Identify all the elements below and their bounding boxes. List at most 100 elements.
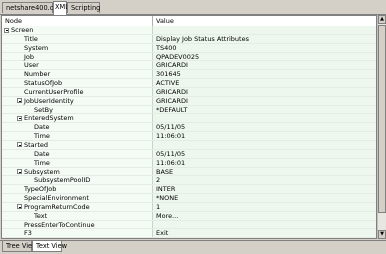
table-row[interactable]: SubsystemPoolID 2	[2, 176, 376, 186]
table-row[interactable]: Time 11:06:01	[2, 158, 376, 168]
table-row[interactable]: Time 11:06:01	[2, 132, 376, 141]
node-label: SpecialEnvironment	[24, 194, 89, 203]
table-row[interactable]: StatusOfJob ACTIVE	[2, 79, 376, 88]
value-cell	[153, 202, 376, 211]
table-row[interactable]: F3 Exit	[2, 229, 376, 238]
column-separator	[152, 114, 153, 123]
column-separator	[152, 220, 153, 229]
collapse-toggle-icon[interactable]	[17, 115, 22, 121]
node-label: Text	[34, 211, 48, 220]
collapse-toggle-icon[interactable]	[17, 169, 22, 174]
table-row[interactable]: SetBy *DEFAULT	[2, 105, 376, 115]
node-value: GRICARDI	[156, 87, 188, 96]
collapse-toggle-icon[interactable]	[17, 204, 22, 210]
scroll-down-icon[interactable]: ▼	[378, 230, 386, 239]
node-label: SubsystemPoolID	[34, 176, 91, 185]
column-separator	[152, 61, 153, 70]
column-separator	[152, 229, 153, 238]
table-row[interactable]: ProgramReturnCode 1	[2, 202, 376, 212]
view-tab-bar: Tree View Text View	[0, 240, 386, 254]
collapse-toggle-icon[interactable]	[4, 27, 9, 33]
node-label: Subsystem	[24, 167, 60, 176]
node-value: 05/11/05	[156, 149, 186, 158]
node-label: StatusOfJob	[24, 79, 63, 88]
value-cell	[153, 114, 376, 123]
node-value: *DEFAULT	[156, 105, 188, 114]
node-label: System	[24, 43, 49, 52]
table-row[interactable]: Date 05/11/05	[2, 123, 376, 133]
table-row[interactable]: Subsystem BASE	[2, 167, 376, 177]
node-cell	[2, 105, 152, 114]
column-divider[interactable]	[152, 16, 153, 26]
node-value: QPADEV0025	[156, 52, 200, 61]
node-label: PressEnterToContinue	[24, 220, 95, 229]
column-separator	[152, 26, 153, 34]
xml-tree-grid: Node Value Screen Title Display Job Status…	[1, 15, 377, 239]
collapse-toggle-icon[interactable]	[17, 98, 22, 104]
node-cell	[2, 132, 152, 140]
table-row[interactable]: Job QPADEV0025	[2, 52, 376, 62]
node-label: Number	[24, 70, 51, 79]
column-separator	[152, 52, 153, 61]
column-separator	[152, 185, 153, 194]
node-value: Exit	[156, 229, 169, 238]
value-cell	[153, 123, 376, 132]
table-row[interactable]: PressEnterToContinue	[2, 220, 376, 230]
node-value: *NONE	[156, 194, 179, 203]
node-value: More...	[156, 211, 179, 220]
table-row[interactable]: User GRICARDI	[2, 61, 376, 71]
node-column-header[interactable]: Node	[5, 16, 22, 26]
vertical-scrollbar[interactable]: ▲ ▼	[377, 15, 386, 239]
table-row[interactable]: Title Display Job Status Attributes	[2, 34, 376, 44]
column-separator	[152, 202, 153, 211]
table-row[interactable]: TypeOfJob INTER	[2, 185, 376, 195]
column-separator	[152, 43, 153, 52]
node-value: BASE	[156, 167, 174, 176]
node-label: Started	[24, 140, 49, 149]
column-separator	[152, 176, 153, 185]
column-separator	[152, 194, 153, 202]
table-row[interactable]: Screen	[2, 26, 376, 35]
table-row[interactable]: JobUserIdentity GRICARDI	[2, 96, 376, 106]
scroll-up-icon[interactable]: ▲	[378, 15, 386, 24]
table-row[interactable]: CurrentUserProfile GRICARDI	[2, 87, 376, 97]
table-row[interactable]: Date 05/11/05	[2, 149, 376, 159]
value-cell	[153, 194, 376, 202]
value-cell	[153, 158, 376, 167]
table-row[interactable]: Started	[2, 140, 376, 150]
node-value: TS400	[156, 43, 177, 52]
column-separator	[152, 132, 153, 140]
node-label: CurrentUserProfile	[24, 87, 84, 96]
node-value: GRICARDI	[156, 61, 188, 70]
node-label: SetBy	[34, 105, 53, 114]
table-row[interactable]: Number 301645	[2, 70, 376, 80]
collapse-toggle-icon[interactable]	[17, 142, 22, 148]
tab-bar: netshare400.com XML Scripting	[0, 0, 386, 15]
tab-scripting[interactable]: Scripting	[67, 2, 100, 13]
scroll-thumb[interactable]	[378, 25, 386, 213]
column-separator	[152, 158, 153, 167]
value-column-header[interactable]: Value	[156, 16, 174, 26]
table-row[interactable]: SpecialEnvironment *NONE	[2, 194, 376, 203]
column-separator	[152, 79, 153, 87]
value-cell	[153, 43, 376, 52]
node-cell	[2, 149, 152, 158]
node-label: Date	[34, 123, 50, 132]
node-value: INTER	[156, 185, 176, 194]
node-label: ProgramReturnCode	[24, 202, 90, 211]
tab-tree-view[interactable]: Tree View	[2, 241, 37, 252]
value-cell	[153, 176, 376, 185]
node-value: 1	[156, 202, 161, 211]
table-row[interactable]: EnteredSystem	[2, 114, 376, 124]
tab-xml[interactable]: XML	[53, 1, 69, 15]
tab-text-view[interactable]: Text View	[32, 241, 67, 252]
grid-rows: Screen Title Display Job Status Attributes…	[2, 26, 376, 238]
value-cell	[153, 220, 376, 229]
table-row[interactable]: System TS400	[2, 43, 376, 53]
table-row[interactable]: Text More...	[2, 211, 376, 221]
node-label: TypeOfJob	[24, 185, 57, 194]
tab-netshare400[interactable]: netshare400.com	[2, 2, 64, 13]
value-cell	[153, 79, 376, 87]
node-value: 11:06:01	[156, 158, 186, 167]
value-cell	[153, 140, 376, 149]
